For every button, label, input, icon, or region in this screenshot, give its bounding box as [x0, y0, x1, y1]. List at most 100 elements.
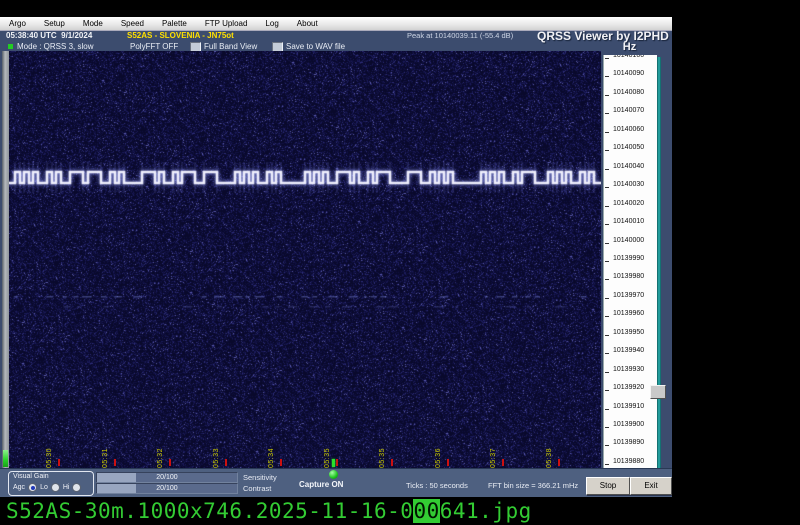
freq-label: 10140010 — [613, 218, 644, 225]
freq-tick — [605, 353, 609, 354]
ticks-info: Ticks : 50 seconds — [406, 481, 468, 490]
freq-tick — [605, 113, 609, 114]
hz-unit-label: Hz — [603, 41, 656, 53]
hi-label: Hi — [63, 484, 70, 491]
freq-tick — [605, 372, 609, 373]
lo-radio[interactable] — [51, 483, 60, 492]
full-band-view-label: Full Band View — [204, 42, 257, 51]
menu-item-ftp-upload[interactable]: FTP Upload — [196, 17, 257, 30]
freq-tick — [605, 76, 609, 77]
menu-item-log[interactable]: Log — [256, 17, 287, 30]
time-tick — [58, 459, 60, 466]
sensitivity-value: 20/100 — [97, 474, 237, 481]
freq-tick — [605, 243, 609, 244]
freq-label: 10139950 — [613, 329, 644, 336]
contrast-value: 20/100 — [97, 485, 237, 492]
freq-label: 10140090 — [613, 70, 644, 77]
contrast-label: Contrast — [243, 484, 271, 493]
freq-tick — [605, 316, 609, 317]
freq-label: 10140000 — [613, 237, 644, 244]
agc-radio[interactable] — [28, 483, 37, 492]
running-indicator — [8, 44, 13, 49]
freq-label: 10139910 — [613, 403, 644, 410]
argo-qrss-viewer-window: ArgoSetupModeSpeedPaletteFTP UploadLogAb… — [0, 17, 672, 497]
freq-label: 10140020 — [613, 200, 644, 207]
left-frame — [2, 51, 9, 468]
freq-label: 10140030 — [613, 181, 644, 188]
freq-label: 10139990 — [613, 255, 644, 262]
frequency-slider-track[interactable] — [657, 57, 661, 470]
utc-clock: 05:38:40 UTC 9/1/2024 — [6, 31, 92, 40]
menu-item-mode[interactable]: Mode — [74, 17, 112, 30]
freq-tick — [605, 95, 609, 96]
freq-label: 10140080 — [613, 89, 644, 96]
freq-tick — [605, 206, 609, 207]
time-tick — [114, 459, 116, 466]
control-panel: Visual Gain Agc Lo Hi 20/100 20/100 Sens… — [0, 468, 672, 497]
menu-item-setup[interactable]: Setup — [35, 17, 74, 30]
hi-radio[interactable] — [72, 483, 81, 492]
freq-tick — [605, 427, 609, 428]
menu-item-about[interactable]: About — [288, 17, 327, 30]
freq-label: 10139920 — [613, 384, 644, 391]
time-tick — [225, 459, 227, 466]
sensitivity-label: Sensitivity — [243, 473, 277, 482]
freq-label: 10140060 — [613, 126, 644, 133]
freq-tick — [605, 58, 609, 59]
freq-label: 10139970 — [613, 292, 644, 299]
freq-tick — [605, 390, 609, 391]
capture-status: Capture ON — [299, 480, 343, 489]
sensitivity-slider[interactable]: 20/100 — [96, 472, 238, 483]
menu-item-palette[interactable]: Palette — [153, 17, 196, 30]
visual-gain-label: Visual Gain — [13, 473, 49, 480]
time-tick — [447, 459, 449, 466]
menu-item-speed[interactable]: Speed — [112, 17, 153, 30]
freq-tick — [605, 335, 609, 336]
freq-label: 10139900 — [613, 421, 644, 428]
freq-tick — [605, 169, 609, 170]
exit-button[interactable]: Exit — [630, 477, 672, 495]
time-tick — [391, 459, 393, 466]
freq-label: 10139880 — [613, 458, 644, 465]
freq-label: 10139930 — [613, 366, 644, 373]
freq-tick — [605, 150, 609, 151]
time-tick — [169, 459, 171, 466]
frequency-slider-thumb[interactable] — [650, 385, 666, 399]
save-wav-label: Save to WAV file — [286, 42, 345, 51]
freq-tick — [605, 224, 609, 225]
menu-item-argo[interactable]: Argo — [0, 17, 35, 30]
freq-tick — [605, 445, 609, 446]
freq-label: 10139980 — [613, 273, 644, 280]
screen: ArgoSetupModeSpeedPaletteFTP UploadLogAb… — [0, 0, 800, 525]
polyfft-status: PolyFFT OFF — [130, 42, 178, 51]
freq-tick — [605, 132, 609, 133]
agc-label: Agc — [13, 484, 25, 491]
freq-label: 10139940 — [613, 347, 644, 354]
capture-filename: S52AS-30m.1000x746.2025-11-16-000641.jpg — [6, 499, 532, 523]
freq-tick — [605, 409, 609, 410]
capture-led-icon — [329, 470, 338, 479]
freq-tick — [605, 279, 609, 280]
waterfall-display — [9, 51, 601, 468]
contrast-slider[interactable]: 20/100 — [96, 483, 238, 494]
time-tick — [280, 459, 282, 466]
current-time-marker — [332, 459, 335, 467]
time-tick — [336, 459, 338, 466]
mode-status: Mode : QRSS 3, slow — [17, 42, 93, 51]
freq-label: 10140050 — [613, 144, 644, 151]
time-tick — [502, 459, 504, 466]
freq-label: 10140040 — [613, 163, 644, 170]
freq-label: 10139960 — [613, 310, 644, 317]
freq-tick — [605, 261, 609, 262]
stop-button[interactable]: Stop — [586, 477, 630, 495]
time-tick — [558, 459, 560, 466]
freq-label: 10140100 — [613, 55, 644, 59]
visual-gain-group: Visual Gain Agc Lo Hi — [8, 471, 94, 496]
freq-tick — [605, 298, 609, 299]
freq-label: 10140070 — [613, 107, 644, 114]
freq-label: 10139890 — [613, 439, 644, 446]
frequency-scale: 10140100 10140090 10140080 10140070 10140060… — [603, 55, 657, 470]
freq-tick — [605, 464, 609, 465]
peak-readout: Peak at 10140039.11 (-55.4 dB) — [407, 31, 513, 40]
input-level-meter — [3, 450, 8, 467]
